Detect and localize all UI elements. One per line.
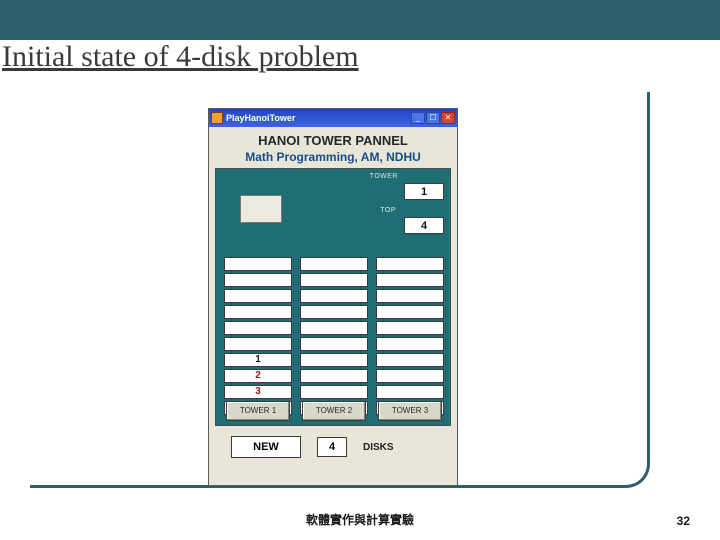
panel-header: HANOI TOWER PANNEL — [215, 133, 451, 148]
slide-title: Initial state of 4-disk problem — [0, 40, 359, 74]
tower-1-button[interactable]: TOWER 1 — [226, 401, 290, 421]
window-title: PlayHanoiTower — [226, 113, 411, 123]
close-button[interactable]: ✕ — [441, 112, 455, 124]
tower-slot — [376, 337, 444, 351]
tower-slot — [300, 289, 368, 303]
tower-3-column — [376, 245, 444, 415]
disk-slot: 2 — [224, 369, 292, 383]
tower-slot — [300, 273, 368, 287]
tower-slot — [376, 353, 444, 367]
new-button[interactable]: NEW — [231, 436, 301, 458]
label-top: TOP — [380, 207, 396, 214]
hanoi-app-window: PlayHanoiTower _ ☐ ✕ HANOI TOWER PANNEL … — [208, 108, 458, 486]
tower-slot — [300, 305, 368, 319]
box-butsr — [240, 195, 282, 223]
tower-slot — [376, 257, 444, 271]
slide-accent-bar — [0, 0, 720, 40]
disk-slot: 3 — [224, 385, 292, 399]
tower-1-column: 1 2 3 4 — [224, 245, 292, 415]
panel-subheader: Math Programming, AM, NDHU — [215, 150, 451, 164]
tower-slot — [376, 305, 444, 319]
disks-input[interactable] — [317, 437, 347, 457]
tower-3-button[interactable]: TOWER 3 — [378, 401, 442, 421]
tower-slot — [224, 337, 292, 351]
tower-slot — [300, 369, 368, 383]
tower-slot — [224, 305, 292, 319]
tower-slot — [224, 257, 292, 271]
label-tower: TOWER — [370, 173, 398, 180]
tower-slot — [376, 289, 444, 303]
tower-slot — [224, 273, 292, 287]
tower-slot — [224, 321, 292, 335]
tower-slot — [300, 257, 368, 271]
slide-footer: 軟體實作與計算實驗 — [0, 511, 720, 528]
tower-slot — [300, 321, 368, 335]
tower-2-column — [300, 245, 368, 415]
tower-slot — [376, 321, 444, 335]
label-disks: DISKS — [363, 442, 394, 453]
tower-slot — [376, 369, 444, 383]
window-titlebar[interactable]: PlayHanoiTower _ ☐ ✕ — [209, 109, 457, 127]
value-tower: 1 — [404, 183, 444, 200]
tower-2-button[interactable]: TOWER 2 — [302, 401, 366, 421]
disk-slot: 1 — [224, 353, 292, 367]
tower-slot — [300, 337, 368, 351]
app-icon — [211, 112, 223, 124]
tower-slot — [300, 385, 368, 399]
page-number: 32 — [677, 514, 690, 528]
tower-slot — [224, 289, 292, 303]
tower-slot — [300, 353, 368, 367]
tower-slot — [376, 273, 444, 287]
value-top: 4 — [404, 217, 444, 234]
maximize-button[interactable]: ☐ — [426, 112, 440, 124]
minimize-button[interactable]: _ — [411, 112, 425, 124]
game-area: TOWER 1 TOP 4 BUTSR 1 2 3 4 — [215, 168, 451, 426]
tower-slot — [376, 385, 444, 399]
